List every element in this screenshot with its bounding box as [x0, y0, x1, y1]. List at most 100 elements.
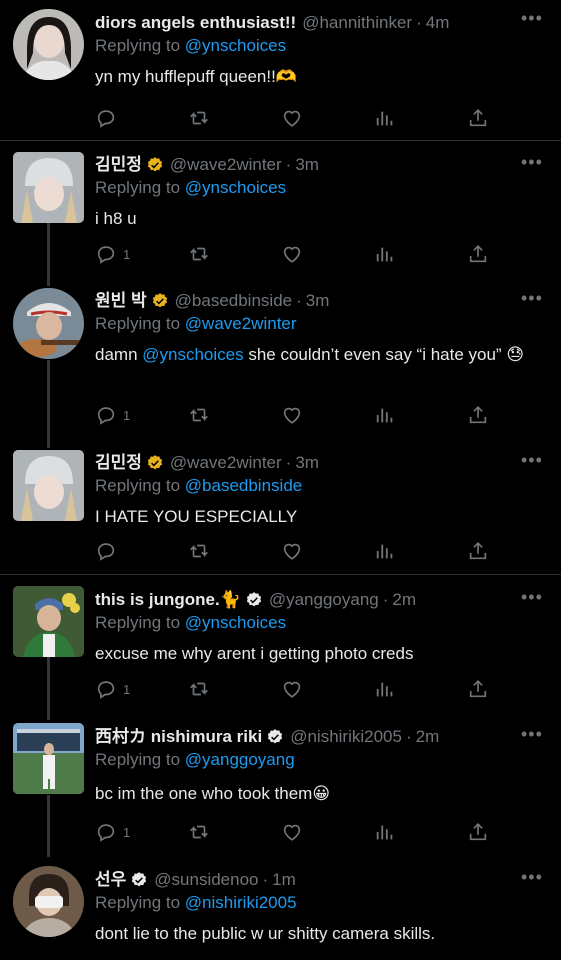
views-button[interactable] — [374, 242, 396, 266]
share-icon — [469, 245, 487, 263]
more-icon[interactable]: ••• — [521, 725, 542, 750]
share-icon — [469, 823, 487, 841]
avatar[interactable] — [13, 288, 84, 359]
retweet-button[interactable] — [188, 403, 210, 427]
mention-link[interactable]: @yanggoyang — [185, 750, 295, 769]
separator-dot: · — [382, 590, 389, 609]
more-icon[interactable]: ••• — [521, 153, 542, 178]
author-handle[interactable]: @basedbinside — [175, 290, 292, 312]
reply-button[interactable]: 1 — [95, 242, 130, 266]
action-bar: 1 — [95, 403, 490, 427]
author-handle[interactable]: @nishiriki2005 — [290, 726, 402, 748]
action-bar: 1 — [95, 677, 490, 701]
retweet-button[interactable] — [188, 820, 210, 844]
views-button[interactable] — [374, 539, 396, 563]
author-handle[interactable]: @sunsidenoo — [154, 869, 258, 891]
share-button[interactable] — [467, 677, 489, 701]
views-button[interactable] — [374, 403, 396, 427]
timestamp[interactable]: 4m — [426, 12, 450, 34]
author-name[interactable]: 원빈 박 — [95, 290, 147, 312]
views-button[interactable] — [374, 106, 396, 130]
tweet-text: I HATE YOU ESPECIALLY — [95, 507, 298, 526]
author-name[interactable]: 김민정 — [95, 154, 142, 176]
avatar[interactable] — [13, 723, 84, 794]
mention-link[interactable]: @ynschoices — [142, 345, 243, 364]
tweet[interactable]: 김민정 @wave2winter · 3m Replying to @based… — [0, 448, 561, 574]
share-button[interactable] — [467, 106, 489, 130]
tweet-text-part: damn — [95, 345, 143, 364]
author-name[interactable]: diors angels enthusiast!! — [95, 12, 296, 34]
mention-link[interactable]: @wave2winter — [185, 314, 297, 333]
reply-button[interactable]: 1 — [95, 403, 130, 427]
verified-badge-icon — [132, 872, 147, 887]
separator-dot: · — [405, 727, 412, 746]
more-icon[interactable]: ••• — [521, 451, 542, 476]
tweet[interactable]: 김민정 @wave2winter · 3m Replying to @ynsch… — [0, 140, 561, 286]
tweet[interactable]: 선우 @sunsidenoo · 1m Replying to @nishiri… — [0, 857, 561, 960]
tweet[interactable]: diors angels enthusiast!! @hannithinker … — [0, 0, 561, 140]
author-name[interactable]: 西村カ nishimura riki — [95, 726, 262, 748]
reply-button[interactable]: 1 — [95, 677, 130, 701]
author-handle[interactable]: @yanggoyang — [269, 589, 379, 611]
like-button[interactable] — [281, 403, 303, 427]
like-icon — [283, 110, 301, 127]
more-icon[interactable]: ••• — [521, 868, 542, 893]
like-button[interactable] — [281, 106, 303, 130]
like-button[interactable] — [281, 242, 303, 266]
reply-button[interactable] — [95, 106, 123, 130]
author-handle[interactable]: @wave2winter — [170, 154, 282, 176]
share-button[interactable] — [467, 539, 489, 563]
retweet-button[interactable] — [188, 677, 210, 701]
mention-link[interactable]: @ynschoices — [185, 36, 286, 55]
share-button[interactable] — [467, 403, 489, 427]
share-button[interactable] — [467, 242, 489, 266]
avatar[interactable] — [13, 9, 84, 80]
separator-dot: · — [262, 870, 269, 889]
tweet-text: damn @ynschoices she couldn’t even say “… — [95, 342, 547, 368]
author-handle[interactable]: @wave2winter — [170, 452, 282, 474]
action-bar — [95, 539, 490, 563]
avatar[interactable] — [13, 866, 84, 937]
author-name[interactable]: 김민정 — [95, 452, 142, 474]
more-icon[interactable]: ••• — [521, 289, 542, 314]
views-button[interactable] — [374, 677, 396, 701]
reply-count: 1 — [123, 246, 131, 262]
more-icon[interactable]: ••• — [521, 588, 542, 613]
retweet-icon — [190, 825, 208, 839]
author-name[interactable]: this is jungone.🐈 — [95, 589, 241, 611]
mention-link[interactable]: @ynschoices — [185, 613, 286, 632]
avatar[interactable] — [13, 450, 84, 521]
reply-icon — [97, 824, 115, 842]
mention-link[interactable]: @ynschoices — [185, 178, 286, 197]
avatar[interactable] — [13, 152, 84, 223]
retweet-button[interactable] — [188, 106, 210, 130]
share-button[interactable] — [467, 820, 489, 844]
author-handle[interactable]: @hannithinker — [302, 12, 412, 34]
mention-link[interactable]: @basedbinside — [185, 476, 302, 495]
verified-badge-icon — [147, 157, 163, 172]
tweet[interactable]: 원빈 박 @basedbinside · 3m Replying to @wav… — [0, 286, 561, 448]
timestamp[interactable]: 3m — [295, 154, 319, 176]
like-button[interactable] — [281, 677, 303, 701]
avatar[interactable] — [13, 586, 84, 657]
timestamp[interactable]: 3m — [306, 290, 330, 312]
replying-to: Replying to @yanggoyang — [95, 749, 547, 771]
timestamp[interactable]: 1m — [272, 869, 296, 891]
tweet[interactable]: 西村カ nishimura riki @nishiriki2005 · 2m R… — [0, 720, 561, 857]
like-button[interactable] — [281, 539, 303, 563]
timestamp[interactable]: 2m — [416, 726, 440, 748]
reply-button[interactable]: 1 — [95, 820, 130, 844]
reply-count: 1 — [123, 681, 131, 697]
timestamp[interactable]: 3m — [295, 452, 319, 474]
more-icon[interactable]: ••• — [521, 9, 542, 34]
separator-dot: · — [416, 13, 422, 32]
views-button[interactable] — [374, 820, 396, 844]
author-name[interactable]: 선우 — [95, 869, 126, 891]
like-button[interactable] — [281, 820, 303, 844]
mention-link[interactable]: @nishiriki2005 — [185, 893, 297, 912]
reply-button[interactable] — [95, 539, 123, 563]
retweet-button[interactable] — [188, 242, 210, 266]
retweet-button[interactable] — [188, 539, 210, 563]
timestamp[interactable]: 2m — [392, 589, 416, 611]
tweet[interactable]: this is jungone.🐈 @yanggoyang · 2m Reply… — [0, 574, 561, 720]
